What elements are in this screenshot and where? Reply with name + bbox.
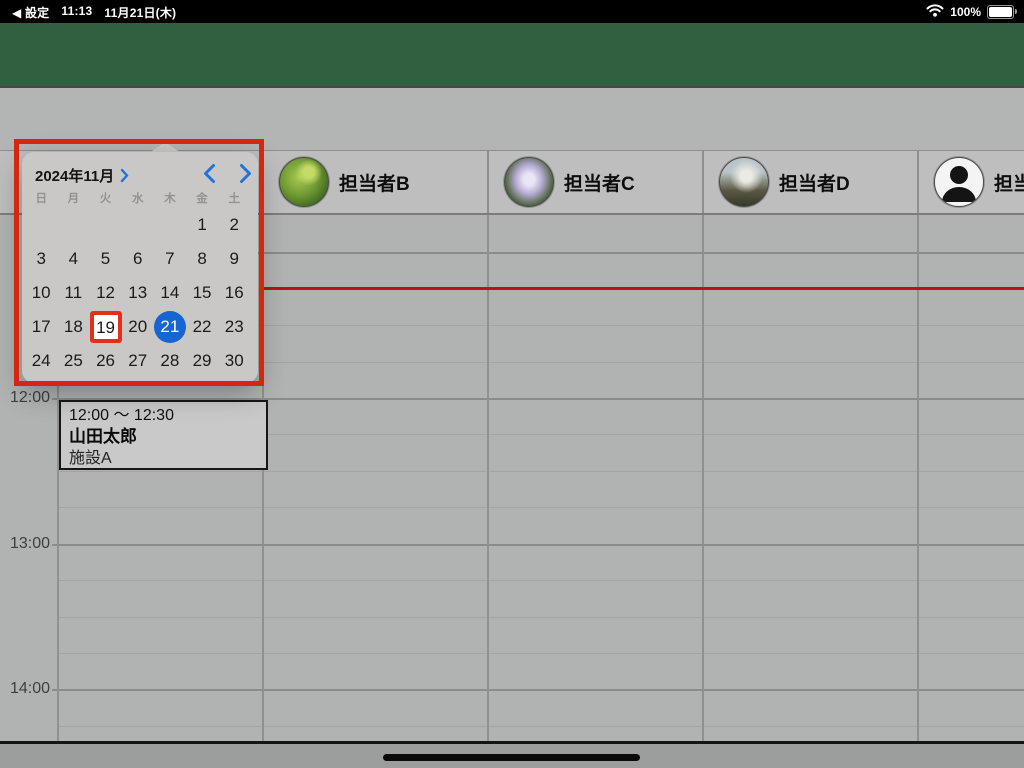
calendar-day-9[interactable]: 9 bbox=[218, 243, 250, 275]
quarter-gridline bbox=[57, 653, 1024, 654]
calendar-day-20[interactable]: 20 bbox=[122, 311, 154, 343]
calendar-day-2[interactable]: 2 bbox=[218, 209, 250, 241]
calendar-day-22[interactable]: 22 bbox=[186, 311, 218, 343]
calendar-day-7[interactable]: 7 bbox=[154, 243, 186, 275]
current-time-line bbox=[262, 287, 1024, 290]
calendar-month-label: 2024年11月 bbox=[35, 165, 114, 186]
home-indicator[interactable] bbox=[383, 754, 640, 761]
column-gridline bbox=[487, 215, 489, 741]
calendar-weekday-label: 日 bbox=[25, 192, 57, 206]
staff-avatar-plants bbox=[279, 157, 329, 207]
calendar-weekday-label: 木 bbox=[154, 192, 186, 206]
status-time: 11:13 bbox=[61, 4, 92, 21]
battery-icon bbox=[987, 5, 1014, 19]
calendar-day-30[interactable]: 30 bbox=[218, 345, 250, 377]
calendar-day-8[interactable]: 8 bbox=[186, 243, 218, 275]
calendar-day-26[interactable]: 26 bbox=[90, 345, 122, 377]
wifi-icon bbox=[926, 4, 944, 20]
status-bar: ◀ 設定 11:13 11月21日(木) 100% bbox=[0, 0, 1024, 23]
prev-month-button[interactable] bbox=[198, 162, 220, 184]
next-month-button[interactable] bbox=[234, 162, 256, 184]
calendar-day-16[interactable]: 16 bbox=[218, 277, 250, 309]
calendar-day-23[interactable]: 23 bbox=[218, 311, 250, 343]
calendar-weekday-label: 火 bbox=[90, 192, 122, 206]
battery-percent: 100% bbox=[950, 5, 981, 19]
calendar-weekday-label: 水 bbox=[122, 192, 154, 206]
status-date: 11月21日(木) bbox=[104, 4, 176, 21]
calendar-day-14[interactable]: 14 bbox=[154, 277, 186, 309]
reservation-app-screen: ◀ 設定 11:13 11月21日(木) 100% ? 予約表 担当者A bbox=[0, 0, 1024, 768]
staff-avatar-landscape bbox=[719, 157, 769, 207]
hour-gridline bbox=[52, 544, 1024, 546]
staff-column-label: 担当者B bbox=[339, 169, 410, 196]
hour-gridline bbox=[52, 689, 1024, 691]
quarter-gridline bbox=[57, 617, 1024, 618]
chevron-right-icon bbox=[120, 168, 129, 183]
calendar-day-12[interactable]: 12 bbox=[90, 277, 122, 309]
calendar-day-27[interactable]: 27 bbox=[122, 345, 154, 377]
chevron-left-icon bbox=[203, 163, 216, 184]
quarter-gridline bbox=[57, 471, 1024, 472]
calendar-day-15[interactable]: 15 bbox=[186, 277, 218, 309]
hour-label: 12:00 bbox=[0, 388, 50, 408]
appointment-block[interactable]: 12:00 〜 12:30 山田太郎 施設A bbox=[59, 400, 268, 470]
hour-label: 13:00 bbox=[0, 534, 50, 554]
calendar-month-button[interactable]: 2024年11月 bbox=[35, 165, 129, 186]
staff-column-header[interactable]: 担当者C bbox=[487, 151, 702, 213]
calendar-day-17[interactable]: 17 bbox=[25, 311, 57, 343]
quarter-gridline bbox=[57, 726, 1024, 727]
appointment-facility: 施設A bbox=[69, 448, 258, 469]
column-gridline bbox=[917, 215, 919, 741]
calendar-day-28[interactable]: 28 bbox=[154, 345, 186, 377]
calendar-day-11[interactable]: 11 bbox=[57, 277, 89, 309]
app-header bbox=[0, 23, 1024, 88]
calendar-day-24[interactable]: 24 bbox=[25, 345, 57, 377]
chevron-right-icon bbox=[239, 163, 252, 184]
quarter-gridline bbox=[57, 580, 1024, 581]
staff-column-header[interactable]: 担当者D bbox=[702, 151, 917, 213]
calendar-weekday-label: 金 bbox=[186, 192, 218, 206]
calendar-day-4[interactable]: 4 bbox=[57, 243, 89, 275]
staff-avatar-silhouette bbox=[934, 157, 984, 207]
person-silhouette-icon bbox=[935, 158, 983, 206]
calendar-day-18[interactable]: 18 bbox=[57, 311, 89, 343]
toolbar-row bbox=[0, 88, 1024, 150]
appointment-time: 12:00 〜 12:30 bbox=[69, 405, 258, 426]
calendar-day-21[interactable]: 21 bbox=[154, 311, 186, 343]
calendar-day-29[interactable]: 29 bbox=[186, 345, 218, 377]
calendar-day-13[interactable]: 13 bbox=[122, 277, 154, 309]
calendar-day-25[interactable]: 25 bbox=[57, 345, 89, 377]
appointment-customer: 山田太郎 bbox=[69, 426, 258, 448]
staff-column-label: 担当者C bbox=[564, 169, 635, 196]
back-to-settings-link[interactable]: ◀ 設定 bbox=[12, 4, 49, 21]
calendar-day-10[interactable]: 10 bbox=[25, 277, 57, 309]
date-picker-popover: 2024年11月 日月火水木金土123456789101112131415161… bbox=[22, 152, 258, 383]
calendar-weekday-label: 土 bbox=[218, 192, 250, 206]
calendar-day-1[interactable]: 1 bbox=[186, 209, 218, 241]
staff-column-label: 担当者E bbox=[994, 169, 1024, 196]
staff-column-label: 担当者D bbox=[779, 169, 850, 196]
column-gridline bbox=[262, 215, 264, 741]
calendar-day-19[interactable]: 19 bbox=[90, 311, 122, 343]
staff-column-header[interactable]: 担当者E bbox=[917, 151, 1024, 213]
calendar-day-6[interactable]: 6 bbox=[122, 243, 154, 275]
calendar-weekday-label: 月 bbox=[57, 192, 89, 206]
calendar-day-5[interactable]: 5 bbox=[90, 243, 122, 275]
calendar-day-3[interactable]: 3 bbox=[25, 243, 57, 275]
staff-avatar-waterfall bbox=[504, 157, 554, 207]
quarter-gridline bbox=[57, 507, 1024, 508]
hour-label: 14:00 bbox=[0, 679, 50, 699]
staff-column-header[interactable]: 担当者B bbox=[262, 151, 487, 213]
column-gridline bbox=[702, 215, 704, 741]
